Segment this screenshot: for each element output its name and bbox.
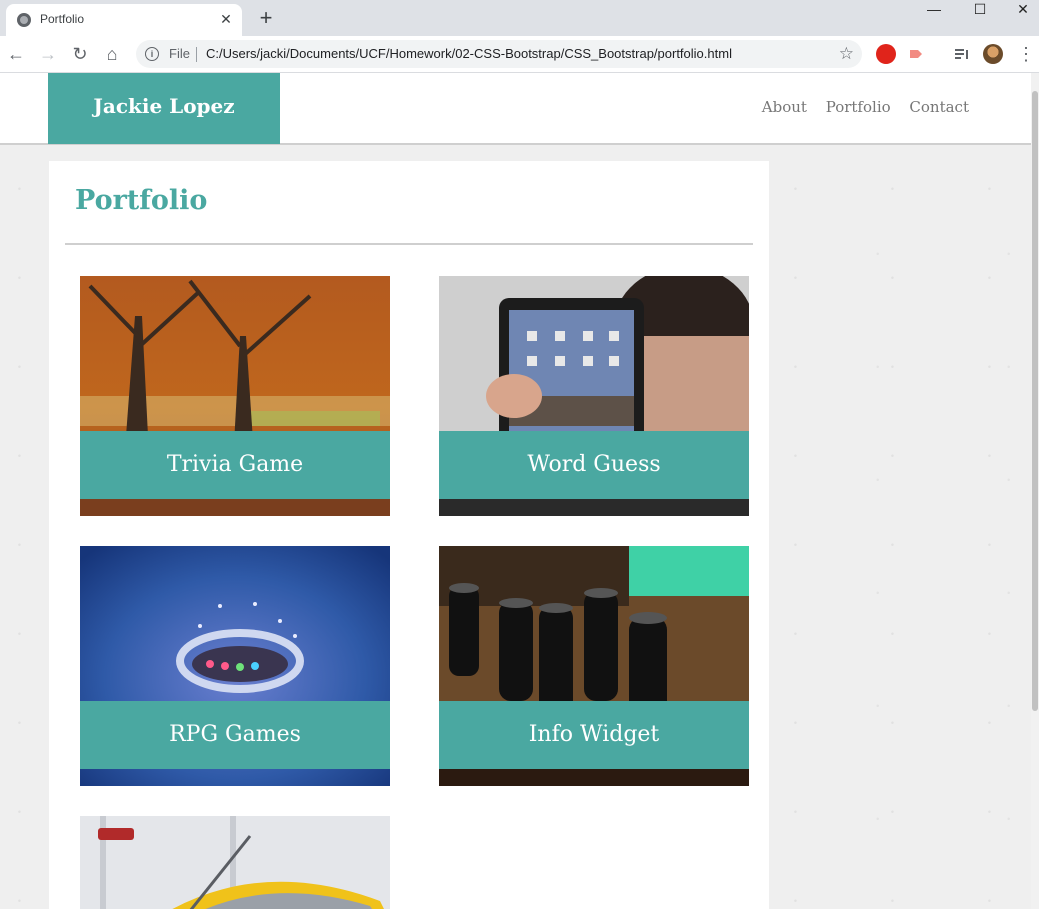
page-scrollbar[interactable] bbox=[1031, 73, 1039, 909]
nav-portfolio[interactable]: Portfolio bbox=[826, 98, 891, 116]
brand-logo[interactable]: Jackie Lopez bbox=[48, 73, 280, 144]
maximize-button[interactable]: ☐ bbox=[957, 0, 1003, 20]
bookmark-star-icon[interactable]: ☆ bbox=[839, 44, 854, 64]
browser-toolbar: ← → ↻ ⌂ i File C:/Users/jacki/Documents/… bbox=[0, 36, 1039, 73]
project-title: Info Widget bbox=[439, 701, 749, 769]
nav-contact[interactable]: Contact bbox=[909, 98, 969, 116]
page-title: Portfolio bbox=[75, 185, 208, 216]
menu-kebab-icon[interactable]: ⋮ bbox=[1014, 42, 1038, 66]
close-tab-icon[interactable]: ✕ bbox=[218, 11, 234, 27]
back-arrow-icon[interactable]: ← bbox=[4, 42, 28, 66]
divider bbox=[65, 243, 753, 245]
project-card-trivia[interactable]: Trivia Game bbox=[80, 276, 390, 516]
project-title: RPG Games bbox=[80, 701, 390, 769]
info-icon[interactable]: i bbox=[145, 47, 159, 61]
nav-about[interactable]: About bbox=[762, 98, 807, 116]
yellow-kayak-photo bbox=[80, 816, 390, 909]
scrollbar-thumb[interactable] bbox=[1032, 91, 1038, 711]
close-window-button[interactable]: ✕ bbox=[1000, 0, 1039, 20]
media-control-icon[interactable] bbox=[952, 44, 972, 64]
cast-extension-icon[interactable] bbox=[906, 44, 926, 64]
divider bbox=[196, 47, 197, 62]
site-header: Jackie Lopez About Portfolio Contact bbox=[0, 73, 1031, 145]
project-card-rpg-games[interactable]: RPG Games bbox=[80, 546, 390, 786]
project-card-word-guess[interactable]: Word Guess bbox=[439, 276, 749, 516]
project-card-kayak[interactable] bbox=[80, 816, 390, 909]
browser-tab[interactable]: Portfolio ✕ bbox=[6, 4, 242, 36]
project-card-info-widget[interactable]: Info Widget bbox=[439, 546, 749, 786]
forward-arrow-icon[interactable]: → bbox=[36, 42, 60, 66]
minimize-button[interactable]: — bbox=[911, 0, 957, 20]
url-text[interactable]: C:/Users/jacki/Documents/UCF/Homework/02… bbox=[206, 46, 732, 61]
reload-icon[interactable]: ↻ bbox=[68, 42, 92, 66]
new-tab-button[interactable]: + bbox=[256, 7, 276, 29]
portfolio-panel: Portfolio Trivia Game Word Guess RPG Gam… bbox=[49, 161, 769, 909]
scheme-label: File bbox=[169, 46, 190, 61]
project-title: Word Guess bbox=[439, 431, 749, 499]
address-bar[interactable]: i File C:/Users/jacki/Documents/UCF/Home… bbox=[136, 40, 862, 68]
tab-title: Portfolio bbox=[40, 12, 85, 26]
home-icon[interactable]: ⌂ bbox=[100, 42, 124, 66]
globe-icon bbox=[17, 13, 31, 27]
project-title: Trivia Game bbox=[80, 431, 390, 499]
opera-extension-icon[interactable] bbox=[876, 44, 896, 64]
browser-tabstrip: Portfolio ✕ + — ☐ ✕ bbox=[0, 0, 1039, 36]
site-nav: About Portfolio Contact bbox=[748, 98, 969, 116]
web-page: Jackie Lopez About Portfolio Contact Por… bbox=[0, 73, 1031, 909]
avatar[interactable] bbox=[983, 44, 1003, 64]
